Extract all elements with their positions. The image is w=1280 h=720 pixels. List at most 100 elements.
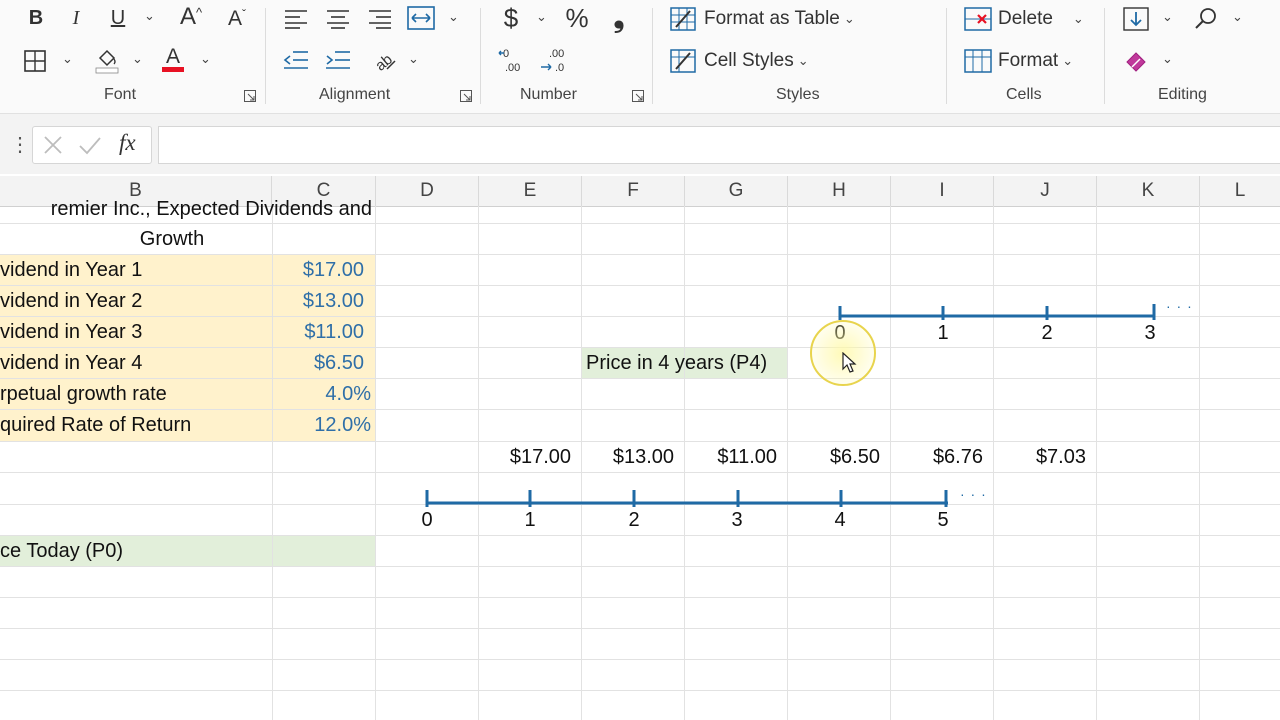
price-p0-cell[interactable]: ce Today (P0) [0, 536, 123, 567]
cash-flow-year-2[interactable]: $13.00 [582, 442, 674, 473]
format-as-table-button[interactable]: Format as Table ⌄ [670, 4, 855, 34]
cell-styles-label: Cell Styles [704, 50, 794, 71]
cell-styles-icon [670, 49, 696, 73]
decrease-decimal-icon[interactable]: .00.0 [538, 44, 570, 76]
align-left-icon[interactable] [282, 5, 310, 33]
delete-button[interactable]: Delete ⌄ [964, 4, 1084, 34]
cash-flow-year-1[interactable]: $17.00 [479, 442, 571, 473]
align-center-icon[interactable] [324, 5, 352, 33]
fill-color-dropdown-chevron-icon[interactable]: ⌄ [132, 51, 143, 67]
title-cell-line1[interactable]: remier Inc., Expected Dividends and [0, 194, 372, 225]
currency-button[interactable]: $ [498, 2, 524, 34]
borders-icon[interactable] [20, 46, 50, 76]
group-label-editing: Editing [1158, 86, 1207, 103]
currency-dropdown-chevron-icon[interactable]: ⌄ [536, 9, 547, 25]
upper-timeline [838, 304, 1156, 320]
delete-label: Delete [998, 8, 1053, 29]
find-select-search-icon[interactable] [1192, 5, 1220, 33]
row-value-dividend-year-1[interactable]: $17.00 [272, 255, 364, 286]
svg-text:.00: .00 [549, 48, 564, 60]
column-header-g[interactable]: G [685, 176, 788, 206]
format-button[interactable]: Format ⌄ [964, 46, 1073, 76]
font-color-dropdown-chevron-icon[interactable]: ⌄ [200, 51, 211, 67]
insert-function-button[interactable]: fx [119, 130, 136, 156]
cash-flow-year-4[interactable]: $6.50 [788, 442, 880, 473]
cash-flow-year-3[interactable]: $11.00 [685, 442, 777, 473]
svg-text:ab: ab [372, 51, 396, 73]
number-dialog-launcher-icon[interactable] [632, 89, 644, 102]
underline-button[interactable]: U [104, 4, 132, 32]
bold-button[interactable]: B [22, 4, 50, 32]
font-color-icon[interactable]: A [158, 42, 188, 76]
row-label-dividend-year-4[interactable]: vidend in Year 4 [0, 348, 142, 379]
underline-dropdown-chevron-icon[interactable]: ⌄ [144, 8, 155, 24]
cell-styles-button[interactable]: Cell Styles ⌄ [670, 46, 809, 76]
gridline [1096, 206, 1097, 720]
row-label-dividend-year-2[interactable]: vidend in Year 2 [0, 286, 142, 317]
decrease-indent-icon[interactable] [282, 46, 310, 74]
price-p4-cell[interactable]: Price in 4 years (P4) [586, 348, 767, 379]
lower-timeline-label: 1 [524, 509, 536, 531]
orientation-icon[interactable]: ab [368, 44, 398, 74]
row-label-dividend-year-3[interactable]: vidend in Year 3 [0, 317, 142, 348]
svg-text:.00: .00 [505, 62, 520, 74]
upper-timeline-label: 2 [1041, 322, 1053, 344]
increase-decimal-icon[interactable]: 0.00 [496, 44, 528, 76]
font-dialog-launcher-icon[interactable] [244, 89, 256, 102]
lower-timeline-label: 2 [628, 509, 640, 531]
formula-input[interactable] [158, 126, 1280, 164]
comma-style-button[interactable]: ❟ [608, 2, 630, 34]
merge-center-icon[interactable] [406, 4, 436, 32]
column-header-j[interactable]: J [994, 176, 1097, 206]
more-options-icon[interactable]: ⋮ [10, 132, 30, 157]
gridline [375, 206, 376, 720]
group-label-styles: Styles [776, 86, 820, 103]
cash-flow-year-6[interactable]: $7.03 [994, 442, 1086, 473]
group-separator [480, 8, 481, 104]
column-header-h[interactable]: H [788, 176, 891, 206]
clear-dropdown-chevron-icon[interactable]: ⌄ [1162, 51, 1173, 67]
align-right-icon[interactable] [366, 5, 394, 33]
cash-flow-year-5[interactable]: $6.76 [891, 442, 983, 473]
alignment-dialog-launcher-icon[interactable] [460, 89, 472, 102]
row-label-growth-rate[interactable]: rpetual growth rate [0, 379, 167, 410]
gridline [0, 628, 1280, 629]
lower-timeline [425, 490, 948, 507]
title-cell-line2[interactable]: Growth [0, 224, 344, 255]
row-value-dividend-year-2[interactable]: $13.00 [272, 286, 364, 317]
shrink-font-button[interactable]: Aˇ [220, 4, 254, 34]
row-label-dividend-year-1[interactable]: vidend in Year 1 [0, 255, 142, 286]
column-header-k[interactable]: K [1097, 176, 1200, 206]
row-value-required-return[interactable]: 12.0% [272, 410, 371, 441]
lower-timeline-ellipsis: · · · [960, 486, 987, 502]
gridline [0, 659, 1280, 660]
enter-check-icon[interactable] [77, 133, 103, 157]
fill-color-icon[interactable] [92, 44, 122, 76]
column-header-f[interactable]: F [582, 176, 685, 206]
column-header-l[interactable]: L [1200, 176, 1280, 206]
percent-button[interactable]: % [562, 2, 592, 34]
group-separator [1104, 8, 1105, 104]
orientation-dropdown-chevron-icon[interactable]: ⌄ [408, 51, 419, 67]
gridline [0, 690, 1280, 691]
cancel-icon[interactable] [41, 133, 65, 157]
row-label-required-return[interactable]: quired Rate of Return [0, 410, 191, 441]
column-header-d[interactable]: D [376, 176, 479, 206]
increase-indent-icon[interactable] [324, 46, 352, 74]
row-value-dividend-year-3[interactable]: $11.00 [272, 317, 364, 348]
fill-dropdown-chevron-icon[interactable]: ⌄ [1162, 9, 1173, 25]
borders-dropdown-chevron-icon[interactable]: ⌄ [62, 51, 73, 67]
merge-dropdown-chevron-icon[interactable]: ⌄ [448, 9, 459, 25]
column-header-e[interactable]: E [479, 176, 582, 206]
gridline [1199, 206, 1200, 720]
clear-eraser-icon[interactable] [1122, 46, 1150, 74]
italic-button[interactable]: I [62, 4, 90, 32]
row-value-dividend-year-4[interactable]: $6.50 [272, 348, 364, 379]
fill-down-icon[interactable] [1122, 5, 1150, 33]
column-header-i[interactable]: I [891, 176, 994, 206]
format-cells-icon [964, 49, 992, 73]
upper-timeline-label: 1 [937, 322, 949, 344]
grow-font-button[interactable]: A ^ [174, 2, 208, 32]
row-value-growth-rate[interactable]: 4.0% [272, 379, 371, 410]
find-dropdown-chevron-icon[interactable]: ⌄ [1232, 9, 1243, 25]
